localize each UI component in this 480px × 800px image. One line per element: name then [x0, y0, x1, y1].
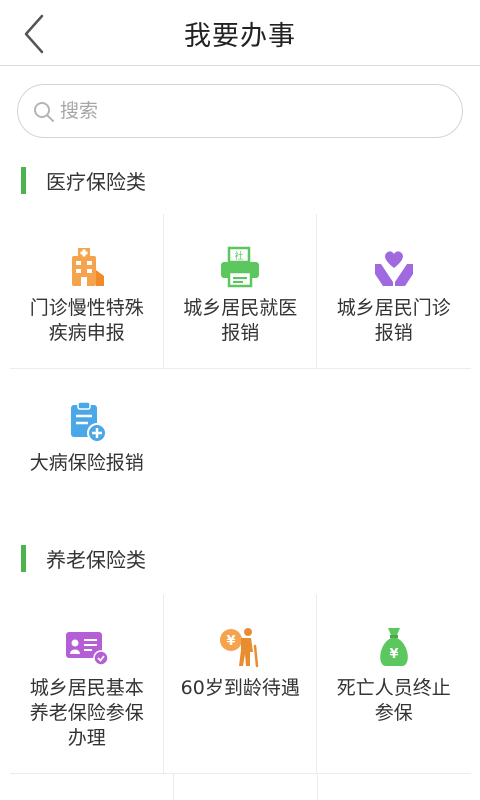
money-bag-icon: ¥	[379, 628, 408, 666]
service-label: 城乡居民就医报销	[183, 297, 298, 344]
section-title: 医疗保险类	[46, 169, 146, 194]
service-item-age-60-benefit[interactable]: ¥ 60岁到龄待遇	[164, 594, 318, 773]
grid-row: 大病保险报销	[10, 369, 471, 524]
svg-text:¥: ¥	[389, 647, 398, 662]
service-item-death-termination[interactable]: ¥ 死亡人员终止参保	[317, 594, 471, 773]
section-accent-bar	[21, 544, 26, 572]
clipboard-plus-icon	[70, 401, 107, 443]
service-label: 60岁到龄待遇	[180, 677, 300, 699]
service-item-chronic-disease[interactable]: 门诊慢性特殊疾病申报	[10, 214, 164, 368]
section-title: 养老保险类	[46, 547, 146, 572]
search-box[interactable]	[17, 84, 463, 138]
grid-row: 城乡居民基本养老保险参保办理 ¥ 60岁到龄待遇 ¥ 死亡人员终止参保	[10, 594, 471, 774]
top-bar: 我要办事	[0, 0, 480, 66]
elder-coin-icon: ¥	[220, 628, 259, 668]
grid-divider	[173, 774, 174, 800]
service-label: 死亡人员终止参保	[336, 677, 451, 724]
service-item-outpatient-reimbursement[interactable]: 城乡居民门诊报销	[317, 214, 471, 368]
section-header-pension: 养老保险类	[21, 544, 146, 572]
service-label: 大病保险报销	[29, 452, 144, 474]
svg-text:社: 社	[235, 250, 244, 262]
printer-icon: 社	[221, 246, 260, 288]
service-label: 城乡居民基本养老保险参保办理	[29, 677, 144, 749]
medical-grid: 门诊慢性特殊疾病申报 社 城乡居民就医报销 城乡居民门诊报销 大病保险报销	[10, 214, 471, 524]
card-icon	[65, 632, 109, 666]
search-icon	[34, 102, 54, 122]
section-header-medical: 医疗保险类	[21, 166, 146, 194]
service-label: 城乡居民门诊报销	[336, 297, 451, 344]
svg-text:¥: ¥	[227, 634, 236, 649]
search-input[interactable]	[60, 93, 440, 129]
page-title: 我要办事	[184, 21, 296, 52]
service-label: 门诊慢性特殊疾病申报	[29, 297, 144, 344]
grid-row: 门诊慢性特殊疾病申报 社 城乡居民就医报销 城乡居民门诊报销	[10, 214, 471, 369]
grid-divider	[317, 774, 318, 800]
service-item-medical-reimbursement[interactable]: 社 城乡居民就医报销	[164, 214, 318, 368]
section-accent-bar	[21, 166, 26, 194]
hands-heart-icon	[374, 251, 413, 286]
hospital-icon	[71, 248, 104, 286]
service-item-pension-enroll[interactable]: 城乡居民基本养老保险参保办理	[10, 594, 164, 773]
service-item-critical-illness[interactable]: 大病保险报销	[10, 369, 164, 524]
pension-grid: 城乡居民基本养老保险参保办理 ¥ 60岁到龄待遇 ¥ 死亡人员终止参保	[10, 594, 471, 774]
